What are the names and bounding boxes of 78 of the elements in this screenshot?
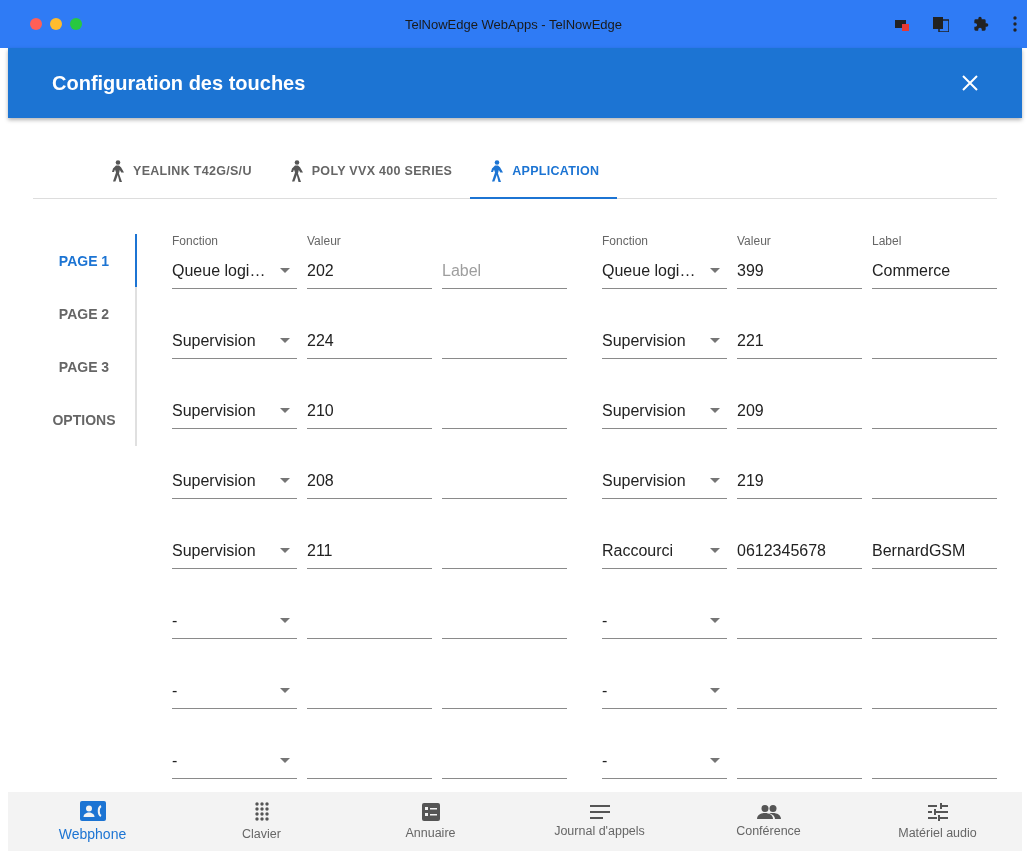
input-field[interactable]: 399 (737, 253, 862, 289)
field-label: Valeur (737, 234, 771, 248)
close-icon[interactable] (962, 75, 978, 91)
field-label: Valeur (307, 234, 341, 248)
select-field[interactable]: - (172, 603, 297, 639)
nav-item[interactable]: Journal d'appels (515, 792, 684, 851)
input-field[interactable]: BernardGSM (872, 533, 997, 569)
select-field[interactable]: Supervision (602, 463, 727, 499)
nav-item[interactable]: Clavier (177, 792, 346, 851)
walking-person-icon (488, 160, 505, 182)
select-field[interactable]: Supervision (602, 393, 727, 429)
caret-icon (280, 408, 290, 413)
select-field[interactable]: Supervision (602, 323, 727, 359)
input-field[interactable]: 221 (737, 323, 862, 359)
input-field[interactable]: 202 (307, 253, 432, 289)
nav-item[interactable]: Annuaire (346, 792, 515, 851)
input-field[interactable]: Commerce (872, 253, 997, 289)
walking-person-icon (109, 160, 125, 182)
caret-icon (280, 548, 290, 553)
select-field[interactable]: Supervision (172, 393, 297, 429)
select-field[interactable]: - (602, 603, 727, 639)
page-tab[interactable]: PAGE 2 (33, 287, 137, 340)
nav-item[interactable]: Webphone (8, 792, 177, 851)
caret-icon (280, 618, 290, 623)
extension-icon[interactable] (895, 17, 909, 31)
caret-icon (710, 338, 720, 343)
tab[interactable]: YEALINK T42G/S/U (91, 145, 270, 199)
list-icon (589, 805, 610, 819)
select-field[interactable]: Supervision (172, 323, 297, 359)
input-field[interactable]: 224 (307, 323, 432, 359)
menu-icon[interactable] (1013, 16, 1017, 32)
caret-icon (280, 268, 290, 273)
field-label: Fonction (602, 234, 649, 248)
select-field[interactable]: Queue logi… (172, 253, 297, 289)
select-field[interactable]: Supervision (172, 533, 297, 569)
select-field[interactable]: Raccourci (602, 533, 727, 569)
input-field[interactable]: 209 (737, 393, 862, 429)
caret-icon (710, 548, 720, 553)
caret-icon (710, 408, 720, 413)
directory-icon (421, 803, 440, 821)
caret-icon (710, 758, 720, 763)
people-icon (756, 805, 781, 819)
field-label: Label (872, 234, 902, 248)
contact-card-icon (79, 801, 106, 821)
dialog-title: Configuration des touches (52, 71, 306, 95)
select-field[interactable]: - (602, 673, 727, 709)
page-tab[interactable]: PAGE 1 (33, 234, 137, 287)
nav-item[interactable]: Matériel audio (853, 792, 1022, 851)
zoom-window-button[interactable] (70, 18, 82, 30)
input-field[interactable]: 208 (307, 463, 432, 499)
nav-item[interactable]: Conférence (684, 792, 853, 851)
puzzle-icon[interactable] (973, 16, 989, 32)
window-title: TelNowEdge WebApps - TelNowEdge (405, 16, 622, 32)
select-field[interactable]: - (602, 743, 727, 779)
minimize-window-button[interactable] (50, 18, 62, 30)
input-field[interactable]: 211 (307, 533, 432, 569)
caret-icon (280, 478, 290, 483)
input-field[interactable]: 219 (737, 463, 862, 499)
caret-icon (280, 758, 290, 763)
caret-icon (710, 478, 720, 483)
select-field[interactable]: - (172, 743, 297, 779)
caret-icon (710, 688, 720, 693)
dialpad-icon (254, 802, 269, 822)
select-field[interactable]: Queue logi… (602, 253, 727, 289)
tab[interactable]: POLY VVX 400 SERIES (269, 145, 471, 199)
caret-icon (280, 688, 290, 693)
caret-icon (710, 618, 720, 623)
page-tab[interactable]: OPTIONS (33, 393, 137, 446)
select-field[interactable]: Supervision (172, 463, 297, 499)
page-tab[interactable]: PAGE 3 (33, 340, 137, 393)
tab[interactable]: APPLICATION (470, 145, 618, 199)
select-field[interactable]: - (172, 673, 297, 709)
field-label: Fonction (172, 234, 219, 248)
sliders-icon (927, 803, 948, 821)
caret-icon (710, 268, 720, 273)
caret-icon (280, 338, 290, 343)
input-field[interactable]: 0612345678 (737, 533, 862, 569)
input-field[interactable]: 210 (307, 393, 432, 429)
